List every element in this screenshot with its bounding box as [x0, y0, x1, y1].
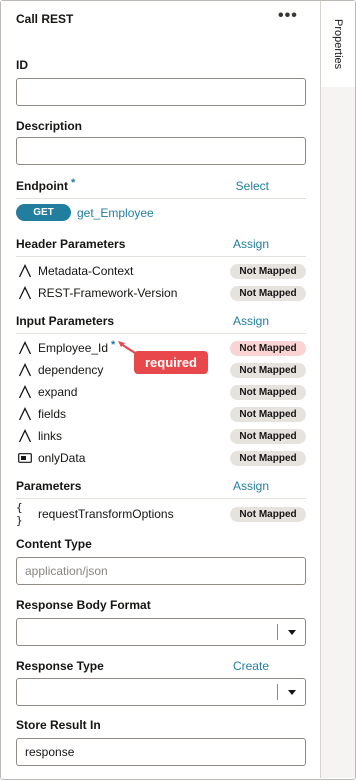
parameter-name: REST-Framework-Version — [38, 286, 178, 300]
list-item[interactable]: onlyData Not Mapped — [16, 449, 306, 467]
http-method-badge: GET — [16, 204, 71, 221]
parameter-name: fields — [38, 407, 67, 421]
header-parameters-label: Header Parameters — [16, 237, 126, 251]
side-tab-strip: Properties — [321, 1, 355, 778]
boolean-type-icon — [16, 449, 34, 467]
parameter-name: expand — [38, 385, 78, 399]
more-options-icon[interactable]: ••• — [278, 8, 298, 24]
parameter-name: requestTransformOptions — [38, 507, 174, 521]
store-result-in-field[interactable] — [16, 738, 306, 766]
parameter-name: links — [38, 429, 63, 443]
chevron-down-icon[interactable] — [288, 690, 296, 695]
string-type-icon — [16, 262, 34, 280]
list-item[interactable]: links Not Mapped — [16, 427, 306, 445]
list-item[interactable]: fields Not Mapped — [16, 405, 306, 423]
header-parameters-assign-link[interactable]: Assign — [233, 237, 269, 251]
required-marker: * — [70, 177, 76, 189]
status-badge: Not Mapped — [230, 385, 306, 400]
divider — [16, 333, 306, 334]
endpoint-label: Endpoint * — [16, 177, 76, 193]
parameter-name: onlyData — [38, 451, 86, 465]
string-type-icon — [16, 427, 34, 445]
divider — [16, 198, 306, 199]
list-item[interactable]: REST-Framework-Version Not Mapped — [16, 284, 306, 302]
response-type-select[interactable] — [16, 678, 306, 706]
tab-properties-label: Properties — [332, 18, 344, 70]
id-label: ID — [16, 58, 28, 72]
select-divider — [277, 684, 278, 700]
id-field[interactable] — [16, 78, 306, 106]
parameter-name: dependency — [38, 363, 104, 377]
required-callout: required — [134, 351, 208, 374]
endpoint-label-text: Endpoint — [16, 179, 68, 193]
chevron-down-icon[interactable] — [288, 630, 296, 635]
status-badge: Not Mapped — [230, 451, 306, 466]
store-result-in-label: Store Result In — [16, 718, 101, 732]
call-rest-panel: Call REST ••• ID Description Endpoint * S… — [1, 1, 321, 778]
tab-properties[interactable]: Properties — [321, 1, 355, 87]
endpoint-select-link[interactable]: Select — [236, 179, 269, 193]
list-item[interactable]: { } requestTransformOptions Not Mapped — [16, 501, 306, 527]
status-badge: Not Mapped — [230, 264, 306, 279]
list-item[interactable]: expand Not Mapped — [16, 383, 306, 401]
list-item[interactable]: Metadata-Context Not Mapped — [16, 262, 306, 280]
description-field[interactable] — [16, 137, 306, 165]
string-type-icon — [16, 405, 34, 423]
description-label: Description — [16, 119, 83, 133]
endpoint-name-link[interactable]: get_Employee — [77, 206, 154, 220]
parameters-assign-link[interactable]: Assign — [233, 479, 269, 493]
status-badge: Not Mapped — [230, 407, 306, 422]
divider — [16, 256, 306, 257]
response-type-create-link[interactable]: Create — [233, 659, 269, 673]
response-body-format-select[interactable] — [16, 618, 306, 646]
status-badge: Not Mapped — [230, 429, 306, 444]
content-type-label: Content Type — [16, 537, 92, 551]
status-badge: Not Mapped — [230, 286, 306, 301]
string-type-icon — [16, 383, 34, 401]
parameter-name: Metadata-Context — [38, 264, 134, 278]
divider — [16, 498, 306, 499]
input-parameters-assign-link[interactable]: Assign — [233, 314, 269, 328]
object-type-icon: { } — [16, 501, 23, 527]
input-parameters-label: Input Parameters — [16, 314, 115, 328]
string-type-icon — [16, 284, 34, 302]
status-badge: Not Mapped — [230, 363, 306, 378]
parameters-label: Parameters — [16, 479, 82, 493]
select-divider — [277, 624, 278, 640]
parameter-name: Employee_Id * — [38, 339, 115, 355]
parameter-name-text: Employee_Id — [38, 341, 109, 355]
response-body-format-label: Response Body Format — [16, 598, 151, 612]
response-type-label: Response Type — [16, 659, 104, 673]
status-badge: Not Mapped — [230, 341, 306, 356]
status-badge: Not Mapped — [230, 507, 306, 522]
panel-title: Call REST — [16, 12, 74, 26]
content-type-field[interactable] — [16, 557, 306, 585]
string-type-icon — [16, 361, 34, 379]
string-type-icon — [16, 339, 34, 357]
